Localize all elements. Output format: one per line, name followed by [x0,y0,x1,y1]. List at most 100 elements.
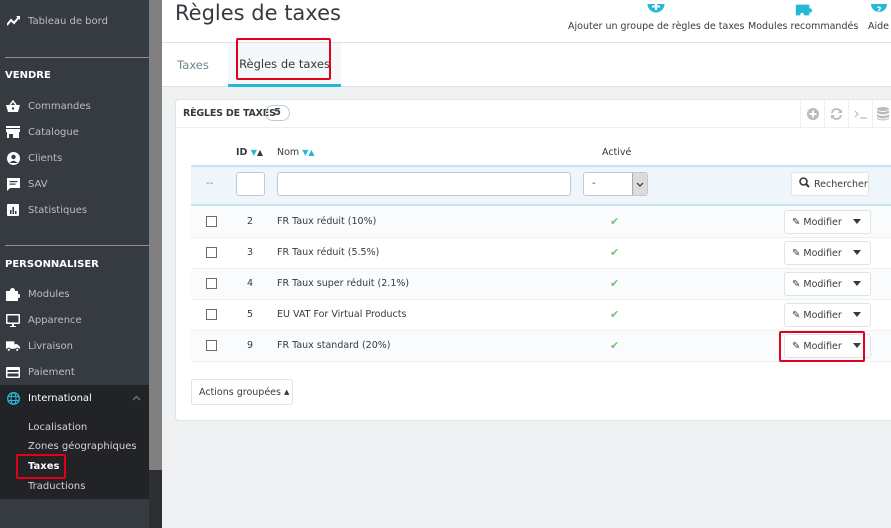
edit-button[interactable]: ✎ Modifier [784,334,871,358]
tab-taxes[interactable]: Taxes [162,43,224,87]
caret-down-icon[interactable] [853,312,861,317]
sidebar-item-appearance[interactable]: Apparence [0,307,149,333]
filter-id-input[interactable] [236,172,265,196]
sidebar-subitem-translations[interactable]: Traductions [28,481,85,492]
cell-name: FR Taux super réduit (2.1%) [277,278,410,289]
sidebar-item-dashboard[interactable]: Tableau de bord [0,8,149,34]
table-row: 9 FR Taux standard (20%) ✔ ✎ Modifier [191,331,891,362]
pencil-icon: ✎ [792,340,801,352]
edit-button[interactable]: ✎ Modifier [784,241,871,265]
help-icon: ? [870,0,888,16]
svg-text:?: ? [876,6,881,16]
sidebar-item-modules[interactable]: Modules [0,281,149,307]
edit-button[interactable]: ✎ Modifier [784,272,871,296]
cell-name: FR Taux réduit (5.5%) [277,247,380,258]
recommended-modules-button[interactable]: Modules recommandés [748,0,858,32]
check-icon[interactable]: ✔ [610,246,619,259]
check-icon[interactable]: ✔ [610,339,619,352]
caret-down-icon[interactable] [853,343,861,348]
row-checkbox[interactable] [206,278,217,289]
search-button[interactable]: Rechercher [791,172,869,196]
sidebar-item-label: Modules [28,288,70,300]
sidebar-item-international[interactable]: International [0,385,149,411]
row-checkbox[interactable] [206,247,217,258]
page-header: Règles de taxes Ajouter un groupe de règ… [162,0,891,43]
pencil-icon: ✎ [792,309,801,321]
sidebar-item-stats[interactable]: Statistiques [0,197,149,223]
edit-button[interactable]: ✎ Modifier [784,303,871,327]
globe-icon [6,391,20,405]
check-icon[interactable]: ✔ [610,308,619,321]
toolbar-label: Modules recommandés [748,21,859,32]
sidebar-item-support[interactable]: SAV [0,171,149,197]
chat-icon [6,177,20,191]
cell-id: 5 [247,309,254,320]
panel-header: RÈGLES DE TAXES 5 [176,100,891,128]
help-button[interactable]: ? Aide [868,0,889,32]
sort-asc-icon[interactable]: ▲ [308,148,314,157]
sidebar-item-label: International [28,392,92,404]
caret-down-icon[interactable] [853,219,861,224]
cell-name: FR Taux réduit (10%) [277,216,377,227]
search-button-label: Rechercher [814,178,868,190]
filter-active-select[interactable]: - [583,172,648,196]
add-new-icon[interactable] [800,100,824,128]
column-header-id[interactable]: ID ▼▲ [236,147,263,158]
puzzle-icon [6,287,20,301]
scrollbar-thumb[interactable] [149,0,162,470]
cell-id: 3 [247,247,254,258]
sidebar-item-label: Livraison [28,340,73,352]
edit-label: Modifier [803,278,842,290]
table-row: 3 FR Taux réduit (5.5%) ✔ ✎ Modifier [191,238,891,269]
refresh-icon[interactable] [824,100,848,128]
column-header-name[interactable]: Nom ▼▲ [277,147,315,158]
database-icon[interactable] [872,100,891,128]
tabs: Taxes Règles de taxes [162,43,891,87]
check-icon[interactable]: ✔ [610,277,619,290]
bulk-actions-button[interactable]: Actions groupées ▲ [191,379,293,405]
sidebar-item-orders[interactable]: Commandes [0,93,149,119]
monitor-icon [6,313,20,327]
column-label: Nom [277,147,300,158]
pencil-icon: ✎ [792,247,801,259]
sidebar-divider [5,57,149,58]
sidebar-scrollbar[interactable] [149,0,162,528]
section-title-customize: PERSONNALISER [5,259,99,270]
sidebar-item-label: Apparence [28,314,82,326]
table-row: 4 FR Taux super réduit (2.1%) ✔ ✎ Modifi… [191,269,891,300]
table-row: 5 EU VAT For Virtual Products ✔ ✎ Modifi… [191,300,891,331]
caret-down-icon[interactable] [853,281,861,286]
sidebar-item-label: Commandes [28,100,91,112]
sidebar-subitem-zones[interactable]: Zones géographiques [28,441,137,452]
sidebar-item-label: Clients [28,152,63,164]
check-icon[interactable]: ✔ [610,215,619,228]
caret-down-icon[interactable] [853,250,861,255]
sql-query-icon[interactable] [848,100,872,128]
sort-asc-icon[interactable]: ▲ [257,148,263,157]
cell-name: EU VAT For Virtual Products [277,309,407,320]
trending-up-icon [6,14,20,28]
edit-button[interactable]: ✎ Modifier [784,210,871,234]
sidebar-subitem-localization[interactable]: Localisation [28,422,87,433]
sidebar-item-label: Paiement [28,366,75,378]
column-label: ID [236,147,248,158]
sidebar-item-shipping[interactable]: Livraison [0,333,149,359]
sidebar-item-label: Statistiques [28,204,88,216]
add-tax-rules-group-button[interactable]: Ajouter un groupe de règles de taxes [568,0,744,32]
sidebar-item-customers[interactable]: Clients [0,145,149,171]
row-checkbox[interactable] [206,340,217,351]
store-icon [6,125,20,139]
sidebar-item-catalog[interactable]: Catalogue [0,119,149,145]
page-title: Règles de taxes [175,1,341,25]
count-badge: 5 [265,105,290,121]
cell-id: 9 [247,340,254,351]
user-circle-icon [6,151,20,165]
sidebar-item-payment[interactable]: Paiement [0,359,149,385]
row-checkbox[interactable] [206,216,217,227]
sidebar-subitem-taxes[interactable]: Taxes [28,461,59,472]
filter-name-input[interactable] [277,172,571,196]
sidebar-divider [5,245,149,246]
row-checkbox[interactable] [206,309,217,320]
sidebar: Tableau de bord VENDRE Commandes Catalog… [0,0,149,528]
tab-tax-rules[interactable]: Règles de taxes [228,43,341,87]
